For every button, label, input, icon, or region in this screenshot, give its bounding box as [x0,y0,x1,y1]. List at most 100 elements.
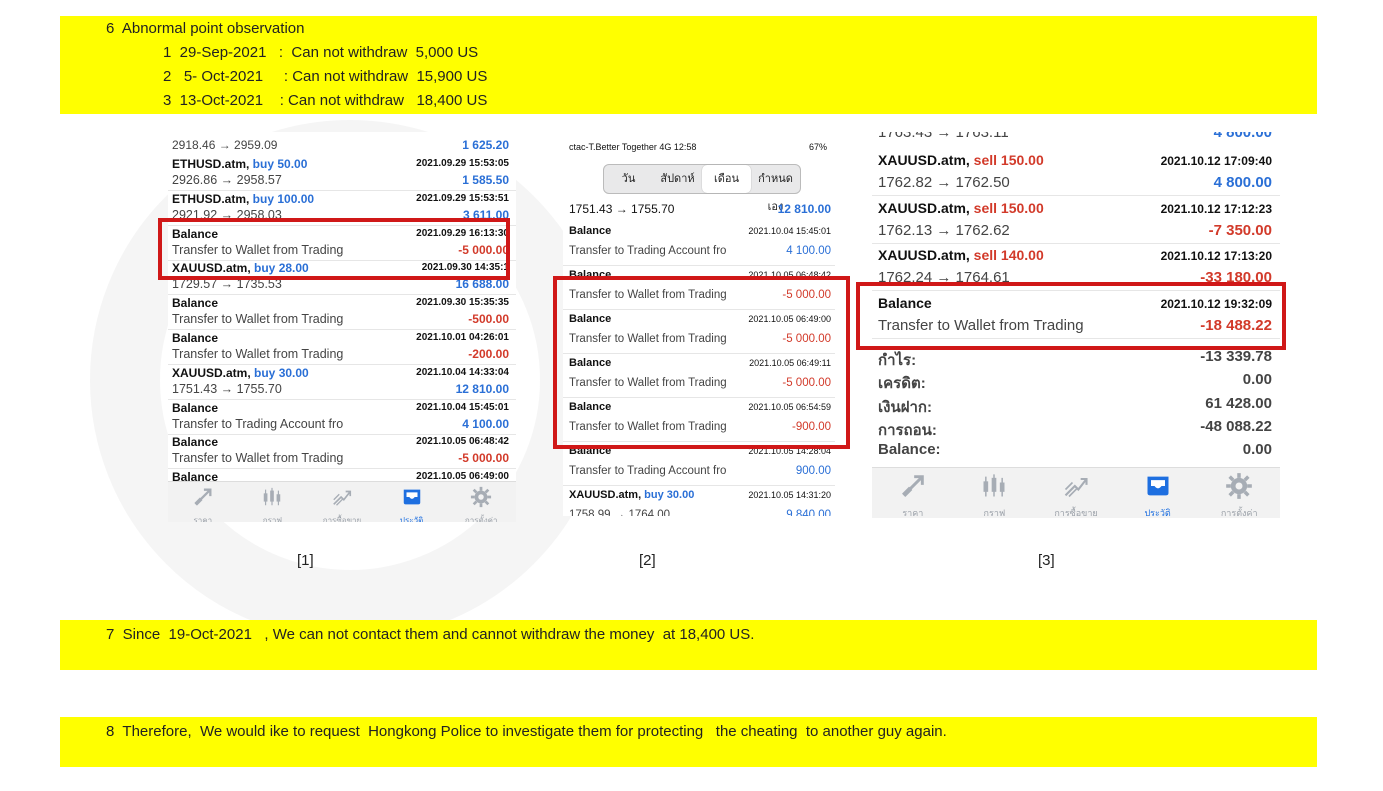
status-bar-carrier: ctac-T.Better Together 4G 12:58 [569,142,697,152]
screenshot-1: 2918.46 → 2959.09 1 625.20 ETHUSD.atm, buy… [168,132,516,522]
row-timestamp: 2021.10.05 14:31:20 [748,490,831,500]
tab-settings[interactable]: การตั้งค่า [1198,472,1280,518]
history-icon [1117,472,1199,505]
row-symbol: Balance [172,296,219,311]
row-amount: 1 625.20 [462,138,509,152]
settings-icon [1198,472,1280,505]
history-row: XAUUSD.atm, sell 150.00 2021.10.12 17:09:… [872,148,1280,196]
row-amount: 12 810.00 [455,381,509,396]
trade-icon [307,486,377,513]
row-amount: 4 800.00 [1213,174,1272,191]
row-amount: 900.00 [795,465,831,477]
row-detail: 1751.43 → 1755.70 [172,381,282,396]
tab-settings[interactable]: การตั้งค่า [446,486,516,522]
row-symbol: Balance [172,331,219,345]
segment-month[interactable]: เดือน [702,165,751,193]
tab-label: การซื้อขาย [322,516,362,522]
tab-history[interactable]: ประวัติ [1117,472,1199,518]
tab-chart[interactable]: กราฟ [954,472,1036,518]
history-row: XAUUSD.atm, sell 150.00 2021.10.12 17:12:… [872,196,1280,244]
tab-label: กราฟ [983,508,1006,518]
tab-trade[interactable]: การซื้อขาย [307,486,377,522]
row-amount: 4 100.00 [786,245,831,257]
history-row: Balance 2021.10.04 15:45:01 Transfer to Tr… [563,222,835,266]
row-side: buy 50.00 [249,157,308,171]
history-row: XAUUSD.atm, buy 30.00 2021.10.04 14:33:04… [168,365,516,400]
tab-label: ราคา [193,516,213,522]
row-timestamp: 2021.10.04 15:45:01 [748,226,831,236]
tab-label: การซื้อขาย [1054,508,1098,518]
row-symbol: ETHUSD.atm, buy 50.00 [172,157,308,171]
caption-2: [2] [639,552,656,569]
history-row: ETHUSD.atm, buy 50.00 2021.09.29 15:53:05… [168,156,516,191]
first-value: 12 810.00 [777,202,831,216]
section-8-text: 8 Therefore, We would ike to request Hon… [106,723,947,740]
row-side: buy 30.00 [250,365,309,380]
row-detail: Transfer to Trading Account fro [569,245,727,257]
row-side: buy 100.00 [249,191,315,206]
row-timestamp: 2021.09.29 15:53:51 [416,192,509,204]
history-row: Balance 2021.10.05 06:48:42 Transfer to Wa… [168,434,516,470]
tab-chart[interactable]: กราฟ [238,486,308,522]
segment-day[interactable]: วัน [604,165,653,193]
tab-label: ประวัติ [399,516,424,522]
tab-trade[interactable]: การซื้อขาย [1035,472,1117,518]
settings-icon [446,486,516,513]
summary-value: 61 428.00 [1205,394,1272,412]
row-amount: -5 000.00 [458,451,509,466]
history-row: XAUUSD.atm, buy 30.00 2021.10.05 14:31:20… [563,486,835,516]
row-amount: 1 585.50 [462,173,509,187]
row-amount: -200.00 [468,347,509,361]
trade-icon [1035,472,1117,505]
segment-week[interactable]: สัปดาห์ [653,165,702,193]
row-amount: 4 100.00 [462,416,509,431]
row-detail: 1758.99 → 1764.00 [569,509,671,516]
tab-quotes[interactable]: ราคา [872,472,954,518]
tab-label: ราคา [902,508,924,518]
summary-value: 0.00 [1242,441,1272,459]
period-segmented-control: วัน สัปดาห์ เดือน กำหนดเอง [603,164,801,213]
highlight-box-1 [158,218,510,280]
history-row: Balance 2021.10.04 15:45:01 Transfer to Tr… [168,400,516,435]
tab-history[interactable]: ประวัติ [377,486,447,522]
bottom-tab-bar: ราคา กราฟ การซื้อขาย ประวัติ การตั้งค่า [872,467,1280,518]
chart-icon [238,486,308,513]
status-bar-battery: 67% [808,142,827,152]
section-6-heading: 6 Abnormal point observation [106,20,305,37]
row-symbol: XAUUSD.atm, buy 30.00 [569,489,695,501]
summary-value: 0.00 [1242,371,1272,389]
tab-quotes[interactable]: ราคา [168,486,238,522]
summary-row: เงินฝาก: 61 428.00 [872,393,1280,416]
segment-custom[interactable]: กำหนดเอง [751,165,800,213]
row-timestamp: 2021.09.30 15:35:35 [416,297,509,309]
tab-label: ประวัติ [1144,508,1171,518]
observation-item-2: 2 5- Oct-2021 : Can not withdraw 15,900 … [163,68,488,85]
tab-label: กราฟ [262,516,283,522]
row-detail: Transfer to Wallet from Trading [172,312,344,327]
row-symbol: XAUUSD.atm, sell 150.00 [878,199,1044,216]
section-7-text: 7 Since 19-Oct-2021 , We can not contact… [106,626,755,643]
first-line: 1751.43 → 1755.70 [569,202,675,216]
section-7-highlight: 7 Since 19-Oct-2021 , We can not contact… [60,620,1317,670]
top-line: 1763.43 → 1763.11 [878,132,1009,141]
caption-3: [3] [1038,552,1055,569]
row-detail: Transfer to Trading Account fro [172,416,344,431]
row-detail: 2926.86 → 2958.57 [172,173,282,187]
row-amount: -500.00 [468,312,509,327]
row-detail: 1762.13 → 1762.62 [878,221,1010,239]
row-side: buy 30.00 [641,489,695,501]
summary-value: -48 088.22 [1200,417,1272,435]
row-side: sell 150.00 [969,152,1044,168]
tab-label: การตั้งค่า [464,516,498,522]
row-side: sell 140.00 [969,247,1044,263]
row-timestamp: 2021.10.12 17:12:23 [1160,201,1272,216]
row-symbol: XAUUSD.atm, sell 150.00 [878,152,1044,168]
highlight-box-2 [553,276,850,449]
row-side: sell 150.00 [969,199,1044,216]
history-icon [377,486,447,513]
row-amount: -7 350.00 [1208,221,1272,239]
row-detail: Transfer to Wallet from Trading [172,451,344,466]
row-detail: Transfer to Trading Account fro [569,465,727,477]
top-value: 4 800.00 [1213,132,1272,141]
row-symbol: XAUUSD.atm, buy 30.00 [172,365,309,380]
